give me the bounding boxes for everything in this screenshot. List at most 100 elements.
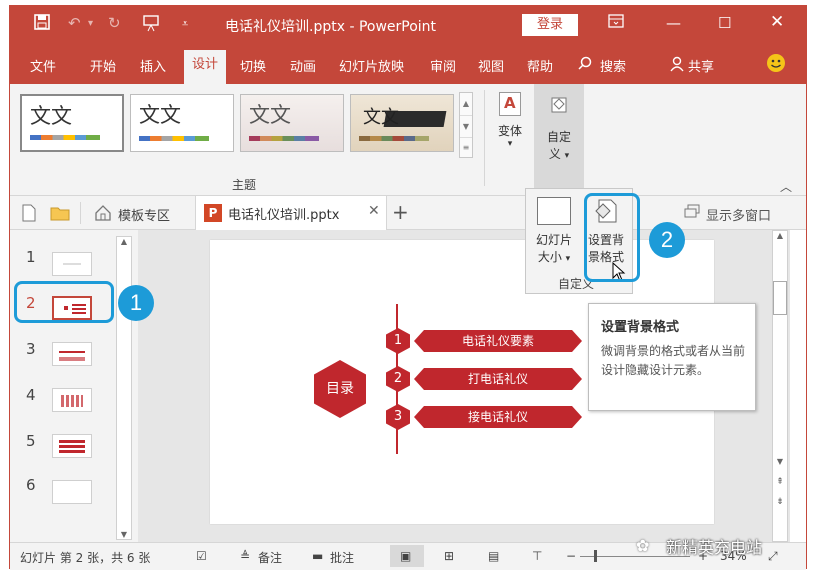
share-button[interactable]: 共享 [688, 56, 714, 75]
customize-label-line1: 自定 [546, 130, 571, 144]
save-icon[interactable] [34, 14, 50, 34]
slide-number: 6 [26, 476, 36, 494]
customize-icon[interactable]: ⩡ [182, 17, 188, 31]
customize-button[interactable]: 自定 义 ▾ [534, 84, 584, 194]
home-icon[interactable] [94, 204, 112, 226]
window-title: 电话礼仪培训.pptx - PowerPoint [225, 19, 437, 35]
customize-label-line2: 义 ▾ [548, 147, 570, 161]
theme-color-bar [139, 136, 209, 141]
minimize-icon[interactable]: — [666, 14, 681, 32]
zoom-slider-thumb[interactable] [594, 550, 597, 562]
tab-file[interactable]: 文件 [30, 56, 56, 75]
scroll-thumb[interactable] [773, 281, 787, 315]
chevron-down-icon: ▾ [507, 139, 513, 149]
reading-view-icon[interactable]: ▤ [488, 549, 499, 563]
folder-icon[interactable] [50, 205, 70, 225]
smiley-icon[interactable] [766, 53, 786, 77]
themes-group-label: 主题 [232, 178, 257, 192]
tab-review[interactable]: 审阅 [430, 56, 456, 75]
maximize-icon[interactable]: ☐ [718, 14, 731, 32]
ribbon-separator [484, 90, 485, 186]
multi-window-icon[interactable] [684, 204, 700, 222]
scroll-down-icon[interactable]: ▼ [773, 457, 787, 466]
undo-icon[interactable]: ↶ [68, 14, 81, 32]
editor-scrollbar[interactable]: ▲ ▼ ⇞ ⇟ [772, 230, 788, 542]
search-icon[interactable] [578, 56, 592, 74]
tab-animations[interactable]: 动画 [290, 56, 316, 75]
customize-icon [548, 94, 570, 116]
format-background-tooltip: 设置背景格式 微调背景的格式或者从当前设计隐藏设计元素。 [588, 303, 756, 411]
close-tab-icon[interactable]: ✕ [368, 203, 380, 219]
toc-item-2: 打电话礼仪 [414, 368, 582, 390]
notes-button[interactable]: 备注 [258, 549, 282, 566]
slide-size-icon [537, 197, 571, 225]
present-icon[interactable] [142, 14, 160, 36]
title-bar: ↶ ▾ ↻ ⩡ 电话礼仪培训.pptx - PowerPoint 登录 — ☐ … [10, 6, 806, 44]
collapse-ribbon-icon[interactable]: ︿ [780, 178, 792, 195]
slideshow-icon[interactable]: ⊤ [532, 549, 542, 563]
undo-dropdown-icon[interactable]: ▾ [88, 18, 93, 29]
toc-hexagon: 目录 [314, 360, 366, 418]
zoom-out-icon[interactable]: − [566, 549, 576, 563]
ribbon-tabs: 文件 开始 插入 设计 切换 动画 幻灯片放映 审阅 视图 帮助 搜索 共享 [10, 44, 806, 84]
themes-gallery-scroll[interactable]: ▲ ▼ ≡ [459, 92, 473, 158]
scroll-up-icon[interactable]: ▲ [773, 231, 787, 240]
slide-thumbnail-4[interactable] [52, 388, 92, 412]
scroll-up-icon[interactable]: ▲ [460, 93, 472, 115]
more-icon[interactable]: ≡ [460, 137, 472, 157]
template-zone-tab[interactable]: 模板专区 [118, 205, 170, 224]
callout-badge-2: 2 [649, 222, 685, 258]
variants-button[interactable]: A 变体 ▾ [492, 92, 528, 149]
ribbon-display-icon[interactable] [608, 14, 624, 32]
show-multi-window-button[interactable]: 显示多窗口 [706, 205, 771, 224]
redo-icon[interactable]: ↻ [108, 14, 121, 32]
document-tab-label: 电话礼仪培训.pptx [228, 208, 340, 223]
tab-home[interactable]: 开始 [90, 56, 116, 75]
scroll-up-icon[interactable]: ▲ [117, 237, 131, 246]
slide-size-label-line1: 幻灯片 [535, 233, 572, 247]
tab-transitions[interactable]: 切换 [240, 56, 266, 75]
notes-icon[interactable]: ≜ [240, 549, 250, 563]
new-file-icon[interactable] [22, 204, 36, 226]
slides-scrollbar[interactable]: ▲ ▼ [116, 236, 132, 540]
scroll-down-icon[interactable]: ▼ [117, 530, 131, 539]
document-tab[interactable]: P 电话礼仪培训.pptx ✕ [195, 196, 387, 230]
fit-slide-icon[interactable]: ⤢ [768, 549, 778, 564]
slide-thumbnail-6[interactable] [52, 480, 92, 504]
slide-sorter-icon[interactable]: ⊞ [444, 549, 454, 563]
callout-highlight-slide-2 [14, 281, 114, 323]
tab-separator [80, 202, 81, 224]
next-slide-icon[interactable]: ⇟ [773, 497, 787, 507]
theme-office-2[interactable]: 文文 [130, 94, 234, 152]
slide-thumbnail-1[interactable] [52, 252, 92, 276]
tab-help[interactable]: 帮助 [527, 56, 553, 75]
ribbon-panel: 文文 文文 文文 文文 ▲ ▼ ≡ 主题 A 变体 ▾ 自定 义 ▾ ︿ [10, 84, 806, 196]
person-icon[interactable] [670, 56, 684, 76]
login-button[interactable]: 登录 [522, 14, 578, 36]
previous-slide-icon[interactable]: ⇞ [773, 477, 787, 487]
tab-design[interactable]: 设计 [184, 50, 226, 84]
tab-view[interactable]: 视图 [478, 56, 504, 75]
tab-slideshow[interactable]: 幻灯片放映 [339, 56, 404, 75]
toc-item-1: 电话礼仪要素 [414, 330, 582, 352]
variants-label: 变体 [497, 124, 522, 138]
accessibility-icon[interactable]: ☑ [196, 549, 207, 563]
tab-insert[interactable]: 插入 [140, 56, 166, 75]
close-icon[interactable]: ✕ [770, 12, 784, 32]
theme-facet[interactable]: 文文 [240, 94, 344, 152]
slide-thumbnail-3[interactable] [52, 342, 92, 366]
theme-ink[interactable]: 文文 [350, 94, 454, 152]
toc-item-3: 接电话礼仪 [414, 406, 582, 428]
theme-office[interactable]: 文文 [20, 94, 124, 152]
scroll-down-icon[interactable]: ▼ [460, 115, 472, 137]
slide-size-button[interactable]: 幻灯片 大小 ▾ [530, 193, 578, 269]
comments-icon[interactable]: ▬ [312, 549, 323, 563]
theme-color-bar [359, 136, 429, 141]
comments-button[interactable]: 批注 [330, 549, 354, 566]
variants-icon: A [499, 92, 521, 116]
document-tab-strip: 模板专区 P 电话礼仪培训.pptx ✕ + 显示多窗口 [10, 196, 806, 230]
tooltip-body: 微调背景的格式或者从当前设计隐藏设计元素。 [601, 344, 746, 377]
slide-thumbnail-5[interactable] [52, 434, 92, 458]
search-label[interactable]: 搜索 [600, 56, 626, 75]
new-tab-icon[interactable]: + [392, 200, 409, 224]
